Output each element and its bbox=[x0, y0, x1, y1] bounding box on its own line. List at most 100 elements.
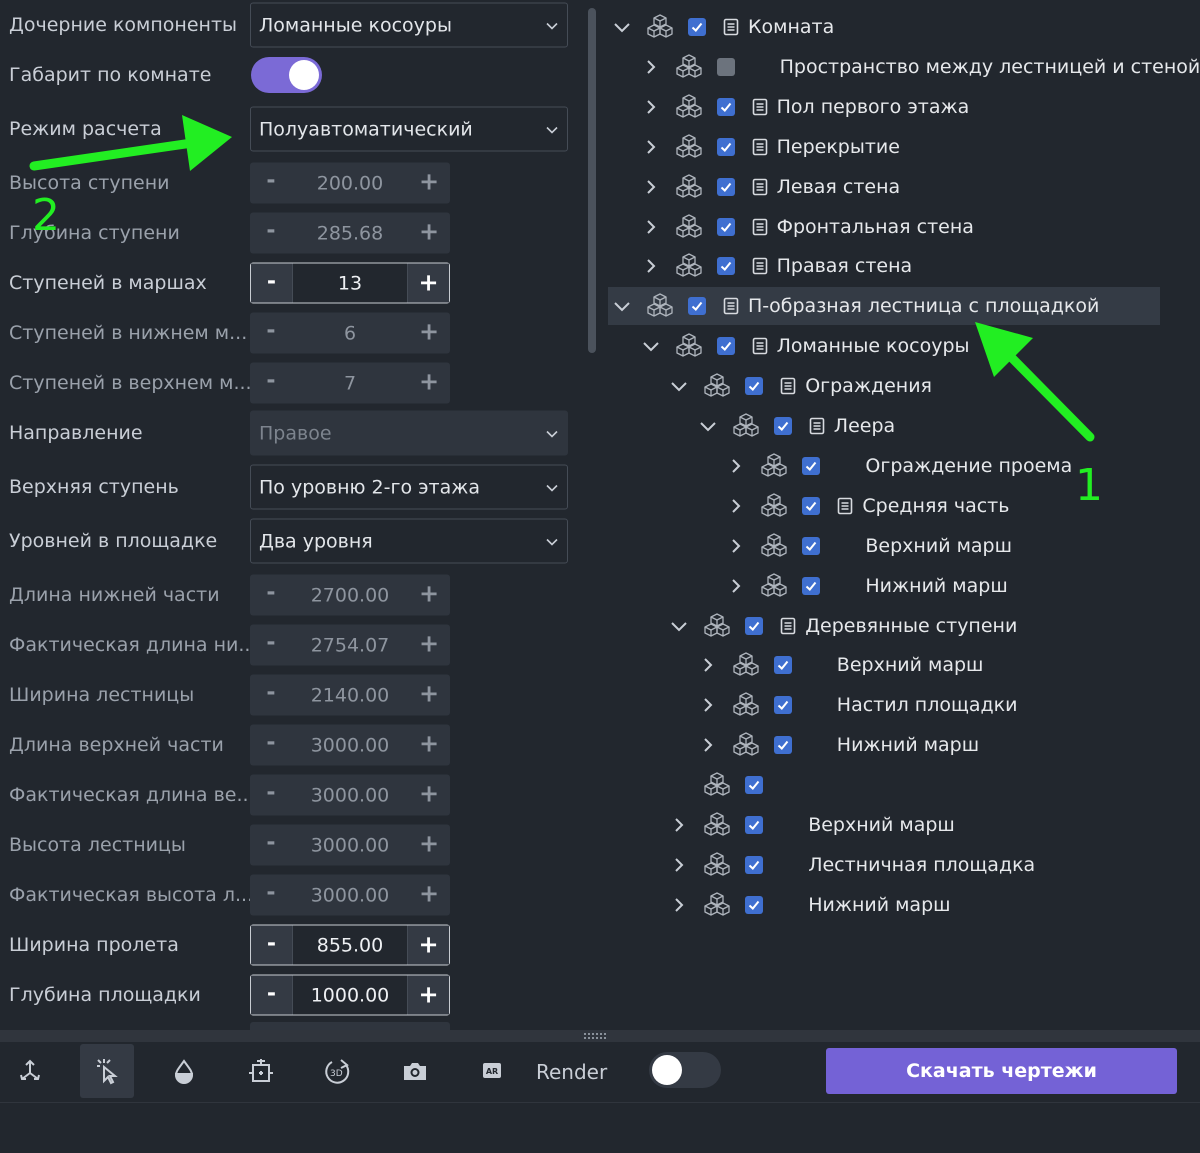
tree-item[interactable]: Ограждения bbox=[608, 367, 1160, 405]
tree-item[interactable]: Деревянные ступени bbox=[608, 607, 1160, 645]
tree-item[interactable]: Ломанные косоуры bbox=[608, 327, 1160, 365]
visibility-checkbox[interactable] bbox=[745, 377, 764, 396]
visibility-checkbox[interactable] bbox=[745, 855, 764, 874]
chevron-right-icon[interactable] bbox=[728, 498, 744, 514]
properties-scrollbar[interactable] bbox=[588, 0, 596, 1030]
tree-item[interactable]: Левая стена bbox=[608, 168, 1160, 206]
tree-item[interactable]: Нижний марш bbox=[608, 886, 1160, 924]
chevron-right-icon[interactable] bbox=[728, 578, 744, 594]
chevron-right-icon[interactable] bbox=[700, 697, 716, 713]
panel-resize-handle[interactable] bbox=[0, 1030, 1200, 1042]
visibility-checkbox[interactable] bbox=[716, 97, 735, 116]
stepper-value[interactable]: 13 bbox=[293, 272, 407, 294]
chevron-right-icon[interactable] bbox=[643, 258, 659, 274]
document-icon[interactable] bbox=[752, 98, 768, 116]
increment-button[interactable]: + bbox=[407, 263, 449, 303]
increment-button[interactable]: + bbox=[407, 925, 449, 965]
visibility-checkbox[interactable] bbox=[745, 776, 764, 795]
tree-item[interactable]: Лестничная площадка bbox=[608, 846, 1160, 884]
document-icon[interactable] bbox=[752, 218, 768, 236]
chevron-down-icon[interactable] bbox=[642, 338, 659, 354]
visibility-checkbox[interactable] bbox=[745, 616, 764, 635]
decrement-button[interactable]: - bbox=[251, 925, 293, 965]
visibility-checkbox[interactable] bbox=[802, 536, 821, 555]
document-icon[interactable] bbox=[837, 497, 853, 515]
chevron-down-icon[interactable] bbox=[700, 418, 716, 434]
ar-tool-button[interactable]: AR bbox=[465, 1044, 519, 1098]
chevron-right-icon[interactable] bbox=[700, 737, 716, 753]
visibility-checkbox[interactable] bbox=[716, 177, 735, 196]
document-icon[interactable] bbox=[780, 377, 796, 395]
tree-item[interactable]: Нижний марш bbox=[608, 726, 1160, 764]
tree-item[interactable]: П-образная лестница с площадкой bbox=[608, 287, 1160, 326]
chevron-right-icon[interactable] bbox=[643, 219, 659, 235]
dimension-tool-button[interactable] bbox=[234, 1044, 288, 1098]
render-toggle[interactable] bbox=[649, 1052, 721, 1088]
property-stepper[interactable]: -855.00 + bbox=[250, 924, 450, 966]
visibility-checkbox[interactable] bbox=[745, 816, 764, 834]
tree-item[interactable]: Пространство между лестницей и стеной bbox=[608, 48, 1200, 86]
visibility-checkbox[interactable] bbox=[716, 257, 735, 276]
tree-item[interactable]: Комната bbox=[608, 8, 1160, 46]
property-select[interactable]: По уровню 2-го этажа bbox=[250, 464, 568, 510]
chevron-right-icon[interactable] bbox=[643, 139, 659, 155]
visibility-checkbox[interactable] bbox=[745, 895, 764, 914]
document-icon[interactable] bbox=[809, 417, 825, 435]
chevron-right-icon[interactable] bbox=[643, 59, 659, 75]
chevron-right-icon[interactable] bbox=[643, 99, 659, 115]
tree-item[interactable]: Леера bbox=[608, 407, 1160, 445]
visibility-checkbox[interactable] bbox=[716, 137, 735, 156]
visibility-checkbox[interactable] bbox=[688, 297, 706, 316]
visibility-checkbox[interactable] bbox=[773, 696, 792, 715]
tree-item[interactable] bbox=[608, 766, 1160, 804]
property-select[interactable]: Два уровня bbox=[250, 518, 568, 564]
select-tool-button[interactable] bbox=[80, 1044, 134, 1098]
tree-item[interactable]: Верхний марш bbox=[608, 806, 1160, 844]
property-toggle[interactable] bbox=[251, 57, 322, 93]
chevron-right-icon[interactable] bbox=[728, 458, 744, 474]
document-icon[interactable] bbox=[723, 18, 739, 36]
visibility-checkbox[interactable] bbox=[802, 576, 821, 595]
document-icon[interactable] bbox=[752, 257, 768, 275]
document-icon[interactable] bbox=[752, 138, 768, 156]
property-select[interactable]: Полуавтоматический bbox=[250, 106, 568, 152]
chevron-right-icon[interactable] bbox=[671, 897, 687, 913]
increment-button[interactable]: + bbox=[407, 975, 449, 1015]
tree-item[interactable]: Верхний марш bbox=[608, 527, 1160, 565]
transform-tool-button[interactable] bbox=[3, 1044, 57, 1098]
chevron-right-icon[interactable] bbox=[700, 657, 716, 673]
chevron-down-icon[interactable] bbox=[614, 19, 630, 35]
camera-tool-button[interactable] bbox=[388, 1044, 442, 1098]
chevron-down-icon[interactable] bbox=[671, 618, 687, 634]
chevron-down-icon[interactable] bbox=[671, 378, 687, 394]
visibility-checkbox[interactable] bbox=[773, 736, 792, 755]
property-select[interactable]: Ломанные косоуры bbox=[250, 2, 568, 48]
visibility-checkbox[interactable] bbox=[716, 337, 735, 356]
visibility-checkbox[interactable] bbox=[716, 57, 735, 76]
chevron-right-icon[interactable] bbox=[728, 538, 744, 554]
download-drawings-button[interactable]: Скачать чертежи bbox=[826, 1048, 1177, 1094]
visibility-checkbox[interactable] bbox=[802, 496, 821, 515]
grip-icon[interactable] bbox=[584, 1033, 606, 1039]
property-stepper[interactable]: -1000.00 + bbox=[250, 974, 450, 1016]
document-icon[interactable] bbox=[752, 178, 768, 196]
visibility-checkbox[interactable] bbox=[773, 656, 792, 675]
tree-item[interactable]: Правая стена bbox=[608, 247, 1160, 285]
visibility-checkbox[interactable] bbox=[716, 217, 735, 236]
material-tool-button[interactable] bbox=[157, 1044, 211, 1098]
chevron-right-icon[interactable] bbox=[671, 817, 687, 833]
stepper-value[interactable]: 1000.00 bbox=[293, 984, 407, 1006]
tree-item[interactable]: Нижний марш bbox=[608, 567, 1160, 605]
stepper-value[interactable]: 855.00 bbox=[293, 934, 407, 956]
document-icon[interactable] bbox=[780, 617, 796, 635]
chevron-right-icon[interactable] bbox=[643, 179, 659, 195]
scrollbar-thumb[interactable] bbox=[588, 8, 596, 353]
tree-item[interactable]: Перекрытие bbox=[608, 128, 1160, 166]
tree-item[interactable]: Пол первого этажа bbox=[608, 88, 1160, 126]
property-stepper[interactable]: -13 + bbox=[250, 262, 450, 304]
decrement-button[interactable]: - bbox=[251, 263, 293, 303]
rotate-3d-tool-button[interactable]: 3D bbox=[311, 1044, 365, 1098]
document-icon[interactable] bbox=[752, 337, 768, 355]
visibility-checkbox[interactable] bbox=[688, 18, 706, 36]
tree-item[interactable]: Настил площадки bbox=[608, 686, 1160, 724]
